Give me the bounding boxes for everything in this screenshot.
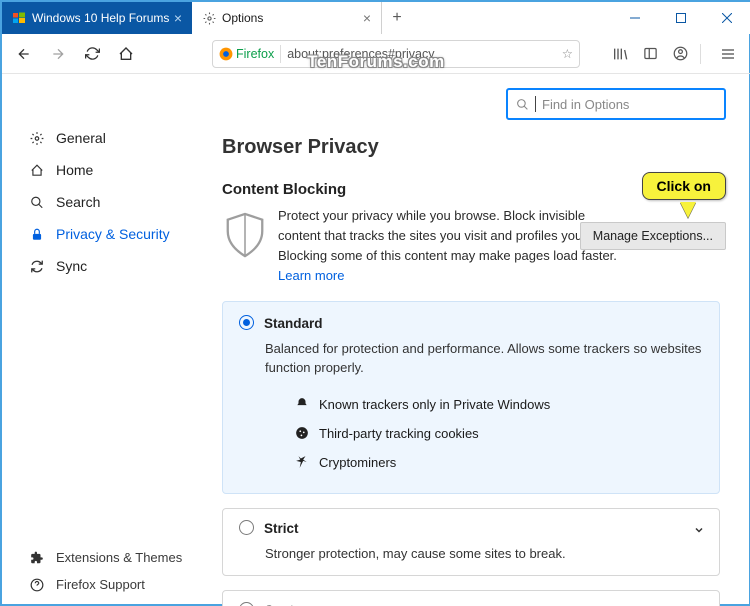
text-caret — [535, 96, 536, 112]
help-icon — [30, 578, 44, 592]
feature-label: Cryptominers — [319, 455, 396, 470]
shield-icon — [222, 210, 268, 260]
option-desc: Balanced for protection and performance.… — [265, 339, 703, 378]
radio-strict[interactable] — [239, 520, 254, 535]
bookmark-star-icon[interactable]: ☆ — [562, 46, 573, 61]
feature-label: Third-party tracking cookies — [319, 426, 479, 441]
window-controls — [612, 2, 750, 34]
tab-label: Windows 10 Help Forums — [32, 11, 169, 25]
tab-background[interactable]: Windows 10 Help Forums × — [2, 2, 192, 34]
sidebar-item-label: Extensions & Themes — [56, 550, 182, 565]
sidebar-item-general[interactable]: General — [2, 122, 194, 154]
account-icon[interactable] — [666, 40, 694, 68]
search-placeholder: Find in Options — [542, 97, 629, 112]
sidebar-item-label: General — [56, 130, 106, 146]
sidebar-item-label: Privacy & Security — [56, 226, 170, 242]
intro-body: Protect your privacy while you browse. B… — [278, 208, 617, 263]
identity-block[interactable]: Firefox — [219, 47, 274, 61]
tab-label: Options — [222, 11, 263, 25]
tab-close-icon[interactable]: × — [363, 10, 371, 26]
reload-button[interactable] — [78, 40, 106, 68]
standard-features: Known trackers only in Private Windows T… — [295, 390, 703, 477]
radio-custom[interactable] — [239, 602, 254, 606]
sidebar-icon[interactable] — [636, 40, 664, 68]
sidebar-item-home[interactable]: Home — [2, 154, 194, 186]
toolbar-right — [586, 40, 742, 68]
sidebar-item-search[interactable]: Search — [2, 186, 194, 218]
annotation-tail — [680, 202, 696, 218]
feature-label: Known trackers only in Private Windows — [319, 397, 550, 412]
content-blocking-intro: Protect your privacy while you browse. B… — [222, 206, 726, 287]
windows-favicon — [12, 11, 26, 25]
lock-icon — [30, 227, 44, 241]
trackers-icon — [295, 397, 309, 411]
close-window-button[interactable] — [704, 2, 750, 34]
sidebar-item-label: Home — [56, 162, 93, 178]
page-title: Browser Privacy — [222, 136, 726, 159]
annotation-callout: Click on — [642, 172, 726, 200]
radio-standard[interactable] — [239, 315, 254, 330]
url-bar[interactable]: Firefox about:preferences#privacy ☆ — [212, 40, 580, 68]
sync-icon — [30, 259, 44, 273]
learn-more-link[interactable]: Learn more — [278, 268, 344, 283]
option-desc: Stronger protection, may cause some site… — [265, 544, 703, 564]
cryptominers-icon — [295, 455, 309, 469]
search-icon — [516, 98, 529, 111]
option-standard[interactable]: Standard Balanced for protection and per… — [222, 301, 720, 494]
maximize-button[interactable] — [658, 2, 704, 34]
sidebar-item-sync[interactable]: Sync — [2, 250, 194, 282]
manage-exceptions-button[interactable]: Manage Exceptions... — [580, 222, 726, 250]
sidebar-item-label: Search — [56, 194, 100, 210]
navigation-toolbar: Firefox about:preferences#privacy ☆ — [2, 34, 750, 74]
sidebar-item-privacy[interactable]: Privacy & Security — [2, 218, 194, 250]
option-strict[interactable]: Strict Stronger protection, may cause so… — [222, 508, 720, 577]
option-title: Standard — [264, 316, 323, 331]
forward-button[interactable] — [44, 40, 72, 68]
new-tab-button[interactable]: + — [382, 2, 412, 34]
tab-active[interactable]: Options × — [192, 2, 382, 34]
browser-tabs: Windows 10 Help Forums × Options × + — [2, 2, 612, 34]
sidebar-item-label: Sync — [56, 258, 87, 274]
gear-icon — [30, 131, 44, 145]
menu-button[interactable] — [714, 40, 742, 68]
tab-close-icon[interactable]: × — [174, 10, 182, 26]
divider — [280, 45, 281, 63]
library-icon[interactable] — [606, 40, 634, 68]
puzzle-icon — [30, 551, 44, 565]
sidebar-support[interactable]: Firefox Support — [2, 571, 194, 598]
options-favicon — [202, 11, 216, 25]
option-title-row: Standard — [239, 316, 703, 331]
home-button[interactable] — [112, 40, 140, 68]
preferences-sidebar: General Home Search Privacy & Security S… — [2, 74, 194, 606]
intro-text: Protect your privacy while you browse. B… — [278, 206, 628, 287]
search-icon — [30, 195, 44, 209]
minimize-button[interactable] — [612, 2, 658, 34]
option-title: Strict — [264, 521, 299, 536]
back-button[interactable] — [10, 40, 38, 68]
cookies-icon — [295, 426, 309, 440]
separator — [700, 44, 708, 64]
preferences-content: Find in Options Browser Privacy Content … — [194, 74, 750, 606]
url-text: about:preferences#privacy — [287, 47, 434, 61]
find-in-options[interactable]: Find in Options — [506, 88, 726, 120]
feature-cookies: Third-party tracking cookies — [295, 419, 703, 448]
chevron-down-icon[interactable] — [693, 523, 705, 541]
identity-label: Firefox — [236, 47, 274, 61]
option-title-row: Strict — [239, 521, 703, 536]
feature-cryptominers: Cryptominers — [295, 448, 703, 477]
sidebar-extensions[interactable]: Extensions & Themes — [2, 544, 194, 571]
feature-trackers: Known trackers only in Private Windows — [295, 390, 703, 419]
titlebar: Windows 10 Help Forums × Options × + — [2, 2, 750, 34]
home-icon — [30, 163, 44, 177]
sidebar-item-label: Firefox Support — [56, 577, 145, 592]
